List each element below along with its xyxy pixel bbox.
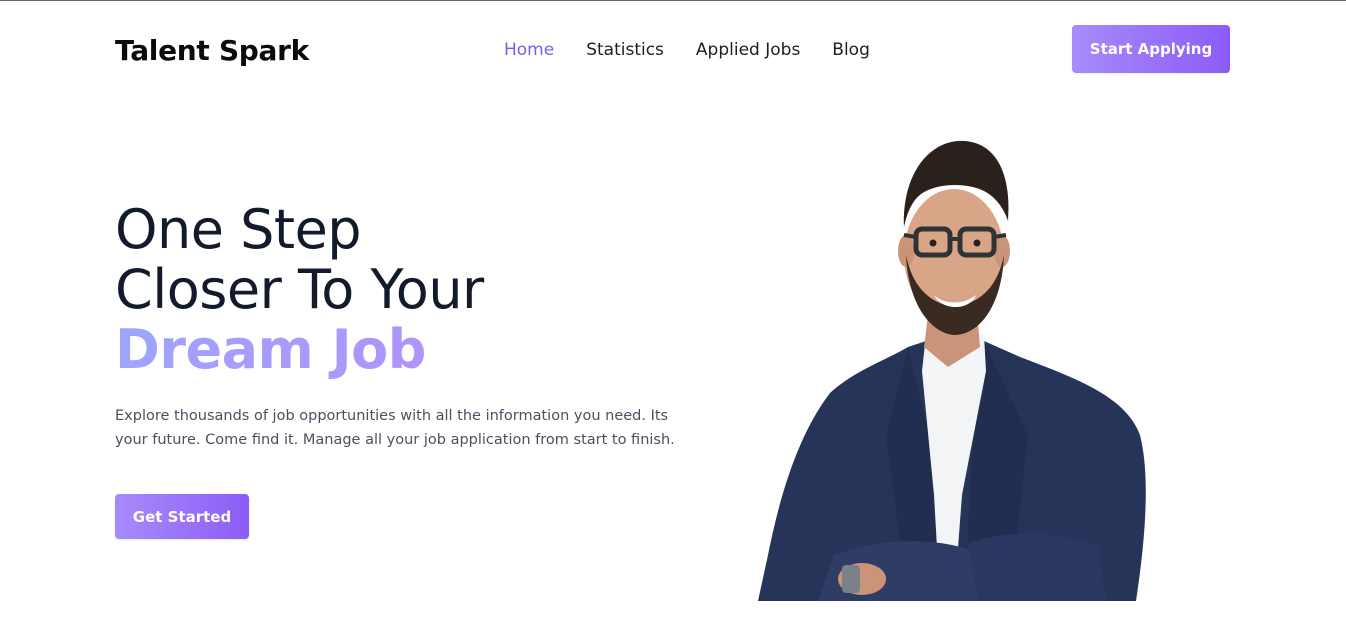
hero-section: One Step Closer To Your Dream Job Explor…: [115, 200, 695, 452]
nav-item-applied-jobs[interactable]: Applied Jobs: [696, 40, 800, 60]
hero-description: Explore thousands of job opportunities w…: [115, 408, 675, 448]
nav-menu: Home Statistics Applied Jobs Blog: [504, 40, 870, 60]
hero-portrait-image: [758, 135, 1150, 601]
person-icon: [758, 140, 1146, 601]
brand-logo[interactable]: Talent Spark: [115, 34, 309, 67]
start-applying-button[interactable]: Start Applying: [1072, 25, 1230, 73]
get-started-button[interactable]: Get Started: [115, 494, 249, 539]
nav-item-blog[interactable]: Blog: [832, 40, 870, 60]
headline-accent: Dream Job: [115, 320, 695, 380]
navbar: Talent Spark Home Statistics Applied Job…: [0, 0, 1346, 100]
nav-item-home[interactable]: Home: [504, 40, 554, 60]
headline-line-1: One Step: [115, 198, 362, 261]
hero-headline: One Step Closer To Your Dream Job: [115, 200, 695, 380]
nav-item-statistics[interactable]: Statistics: [586, 40, 664, 60]
headline-line-2: Closer To Your: [115, 258, 484, 321]
